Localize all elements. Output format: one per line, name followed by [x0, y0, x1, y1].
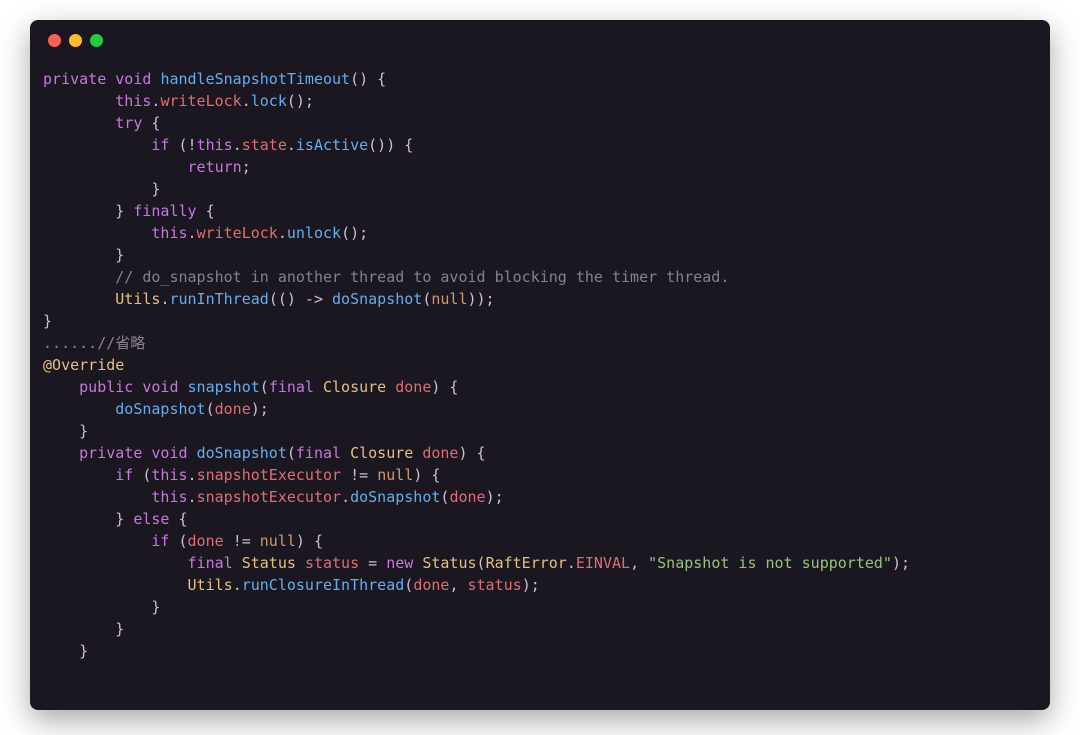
- type-name: Closure: [323, 378, 386, 396]
- function-name: snapshot: [188, 378, 260, 396]
- function-name: doSnapshot: [350, 488, 440, 506]
- identifier: done: [413, 576, 449, 594]
- type-name: RaftError: [486, 554, 567, 572]
- keyword: final: [296, 444, 341, 462]
- string-literal: "Snapshot is not supported": [648, 554, 892, 572]
- keyword: finally: [133, 202, 196, 220]
- function-name: runInThread: [169, 290, 268, 308]
- window-titlebar: [30, 20, 1050, 60]
- annotation: @Override: [43, 356, 124, 374]
- function-name: doSnapshot: [197, 444, 287, 462]
- identifier: done: [449, 488, 485, 506]
- keyword: this: [197, 136, 233, 154]
- identifier: EINVAL: [576, 554, 630, 572]
- keyword: final: [188, 554, 233, 572]
- keyword: void: [115, 70, 151, 88]
- keyword: this: [151, 466, 187, 484]
- keyword: public: [79, 378, 133, 396]
- identifier: done: [395, 378, 431, 396]
- keyword: final: [269, 378, 314, 396]
- keyword: try: [115, 114, 142, 132]
- zoom-icon[interactable]: [90, 34, 103, 47]
- literal-null: null: [260, 532, 296, 550]
- keyword: return: [188, 158, 242, 176]
- close-icon[interactable]: [48, 34, 61, 47]
- type-name: Closure: [350, 444, 413, 462]
- keyword: this: [151, 488, 187, 506]
- type-name: Utils: [188, 576, 233, 594]
- identifier: writeLock: [197, 224, 278, 242]
- identifier: status: [305, 554, 359, 572]
- function-name: doSnapshot: [332, 290, 422, 308]
- identifier: done: [422, 444, 458, 462]
- identifier: writeLock: [160, 92, 241, 110]
- identifier: snapshotExecutor: [197, 488, 342, 506]
- code-block: private void handleSnapshotTimeout() { t…: [30, 60, 1050, 682]
- keyword: private: [79, 444, 142, 462]
- ellipsis-comment: ......//省略: [43, 334, 145, 352]
- identifier: status: [468, 576, 522, 594]
- function-name: handleSnapshotTimeout: [160, 70, 350, 88]
- keyword: if: [151, 532, 169, 550]
- type-name: Status: [242, 554, 296, 572]
- code-window: private void handleSnapshotTimeout() { t…: [30, 20, 1050, 710]
- type-name: Status: [422, 554, 476, 572]
- comment: // do_snapshot in another thread to avoi…: [115, 268, 729, 286]
- identifier: state: [242, 136, 287, 154]
- operator: !=: [350, 466, 368, 484]
- keyword: else: [133, 510, 169, 528]
- keyword: new: [386, 554, 413, 572]
- keyword: this: [115, 92, 151, 110]
- operator: !=: [233, 532, 251, 550]
- keyword: if: [151, 136, 169, 154]
- minimize-icon[interactable]: [69, 34, 82, 47]
- literal-null: null: [377, 466, 413, 484]
- function-name: runClosureInThread: [242, 576, 405, 594]
- keyword: void: [142, 378, 178, 396]
- keyword: void: [151, 444, 187, 462]
- literal-null: null: [431, 290, 467, 308]
- keyword: private: [43, 70, 106, 88]
- identifier: snapshotExecutor: [197, 466, 342, 484]
- function-name: doSnapshot: [115, 400, 205, 418]
- identifier: done: [215, 400, 251, 418]
- function-name: unlock: [287, 224, 341, 242]
- keyword: this: [151, 224, 187, 242]
- function-name: lock: [251, 92, 287, 110]
- function-name: isActive: [296, 136, 368, 154]
- identifier: done: [188, 532, 224, 550]
- keyword: if: [115, 466, 133, 484]
- type-name: Utils: [115, 290, 160, 308]
